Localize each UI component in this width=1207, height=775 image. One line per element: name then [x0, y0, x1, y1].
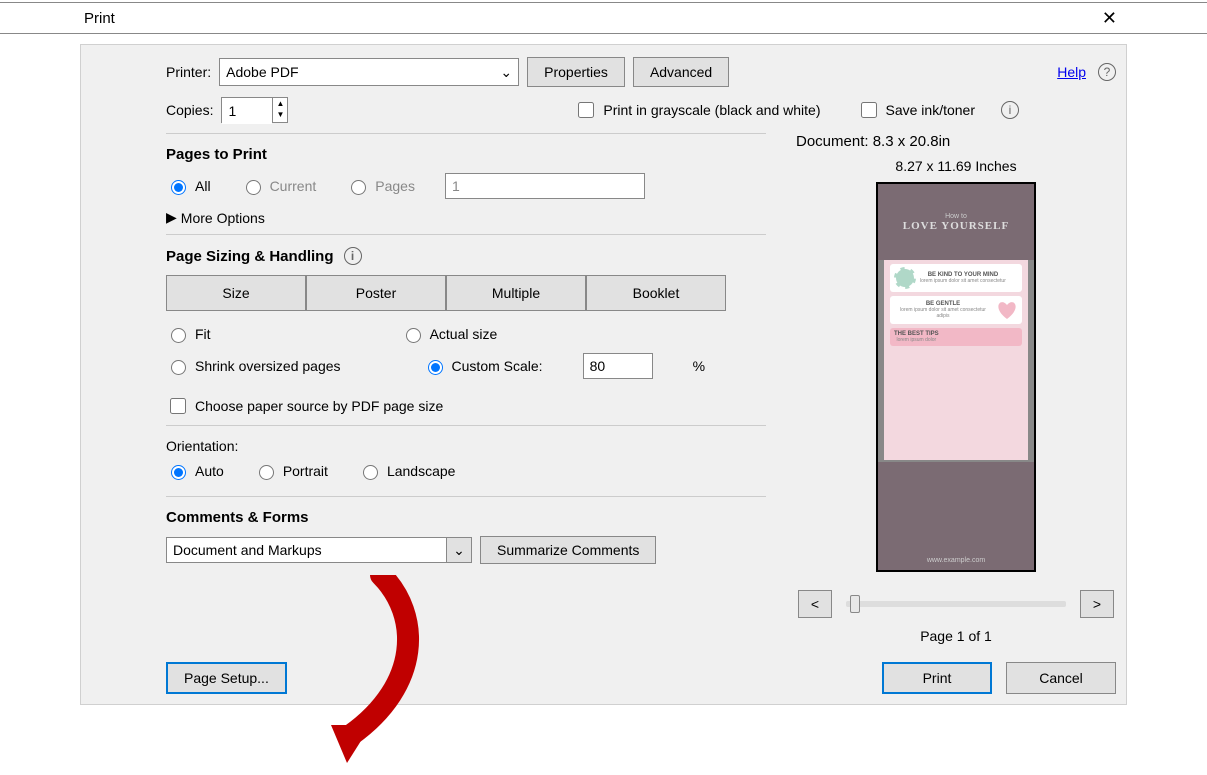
page-indicator: Page 1 of 1 [796, 628, 1116, 644]
page-setup-button[interactable]: Page Setup... [166, 662, 287, 694]
advanced-button[interactable]: Advanced [633, 57, 729, 87]
titlebar: Print ✕ [0, 2, 1207, 34]
choose-source-checkbox[interactable]: Choose paper source by PDF page size [166, 395, 443, 417]
spinner-up-icon[interactable]: ▲ [273, 98, 287, 109]
multiple-tab-button[interactable]: Multiple [446, 275, 586, 311]
size-tab-button[interactable]: Size [166, 275, 306, 311]
percent-label: % [693, 358, 705, 374]
comments-combo[interactable]: ⌄ [166, 537, 472, 563]
radio-fit[interactable]: Fit [166, 325, 211, 343]
summarize-button[interactable]: Summarize Comments [480, 536, 656, 564]
close-icon[interactable]: ✕ [1094, 8, 1125, 29]
scale-input[interactable] [583, 353, 653, 379]
info-icon[interactable]: i [344, 247, 362, 265]
radio-shrink[interactable]: Shrink oversized pages [166, 357, 341, 375]
prev-page-button[interactable]: < [798, 590, 832, 618]
comments-title: Comments & Forms [166, 509, 766, 526]
radio-landscape[interactable]: Landscape [358, 462, 456, 480]
paper-size-label: 8.27 x 11.69 Inches [796, 158, 1116, 174]
saveink-checkbox[interactable]: Save ink/toner [857, 99, 976, 121]
info-icon[interactable]: i [1001, 101, 1019, 119]
radio-current[interactable]: Current [241, 177, 317, 195]
copies-row: Copies: ▲ ▼ Print in grayscale (black an… [166, 97, 1116, 123]
booklet-tab-button[interactable]: Booklet [586, 275, 726, 311]
pages-to-print-title: Pages to Print [166, 146, 766, 163]
next-page-button[interactable]: > [1080, 590, 1114, 618]
chevron-down-icon: ⌄ [500, 64, 512, 81]
grayscale-label: Print in grayscale (black and white) [603, 102, 820, 118]
radio-portrait[interactable]: Portrait [254, 462, 328, 480]
footer: Page Setup... Print Cancel [166, 662, 1116, 694]
grayscale-checkbox[interactable]: Print in grayscale (black and white) [574, 99, 820, 121]
zoom-thumb[interactable] [850, 595, 860, 613]
zoom-slider[interactable] [846, 601, 1066, 607]
cancel-button[interactable]: Cancel [1006, 662, 1116, 694]
chevron-down-icon[interactable]: ⌄ [446, 537, 472, 563]
print-button[interactable]: Print [882, 662, 992, 694]
grayscale-check-input[interactable] [578, 102, 594, 118]
poster-tab-button[interactable]: Poster [306, 275, 446, 311]
document-size-label: Document: 8.3 x 20.8in [796, 133, 1116, 150]
print-dialog: Print ✕ Printer: Adobe PDF ⌄ Properties … [0, 2, 1207, 764]
printer-select[interactable]: Adobe PDF ⌄ [219, 58, 519, 86]
triangle-right-icon: ▶ [166, 209, 177, 226]
radio-pages[interactable]: Pages [346, 177, 415, 195]
orientation-title: Orientation: [166, 438, 766, 454]
sizing-title: Page Sizing & Handling [166, 248, 334, 265]
comments-section: Comments & Forms ⌄ Summarize Comments [166, 496, 766, 582]
spinner-down-icon[interactable]: ▼ [273, 109, 287, 120]
pages-input[interactable] [445, 173, 645, 199]
dialog-body: Printer: Adobe PDF ⌄ Properties Advanced… [80, 44, 1127, 705]
print-preview: How to LOVE YOURSELF BE KIND TO YOUR MIN… [876, 182, 1036, 572]
pages-to-print-section: Pages to Print All Current Pages [166, 133, 766, 234]
properties-button[interactable]: Properties [527, 57, 625, 87]
preview-column: Document: 8.3 x 20.8in 8.27 x 11.69 Inch… [786, 133, 1116, 644]
copies-label: Copies: [166, 102, 213, 118]
orientation-section: Orientation: Auto Portrait Landscape [166, 425, 766, 496]
more-options-toggle[interactable]: ▶ More Options [166, 209, 265, 226]
copies-input[interactable] [222, 98, 272, 124]
comments-selected[interactable] [166, 537, 446, 563]
saveink-label: Save ink/toner [886, 102, 976, 118]
printer-label: Printer: [166, 64, 211, 80]
printer-selected: Adobe PDF [226, 64, 298, 80]
help-icon[interactable]: ? [1098, 63, 1116, 81]
radio-custom-scale[interactable]: Custom Scale: [423, 357, 543, 375]
dialog-title: Print [12, 10, 1094, 27]
saveink-check-input[interactable] [861, 102, 877, 118]
help-link[interactable]: Help [1057, 64, 1086, 80]
sizing-section: Page Sizing & Handling i Size Poster Mul… [166, 234, 766, 425]
radio-all[interactable]: All [166, 177, 211, 195]
radio-auto[interactable]: Auto [166, 462, 224, 480]
radio-actual[interactable]: Actual size [401, 325, 498, 343]
copies-spinner[interactable]: ▲ ▼ [221, 97, 288, 123]
printer-row: Printer: Adobe PDF ⌄ Properties Advanced… [166, 57, 1116, 87]
